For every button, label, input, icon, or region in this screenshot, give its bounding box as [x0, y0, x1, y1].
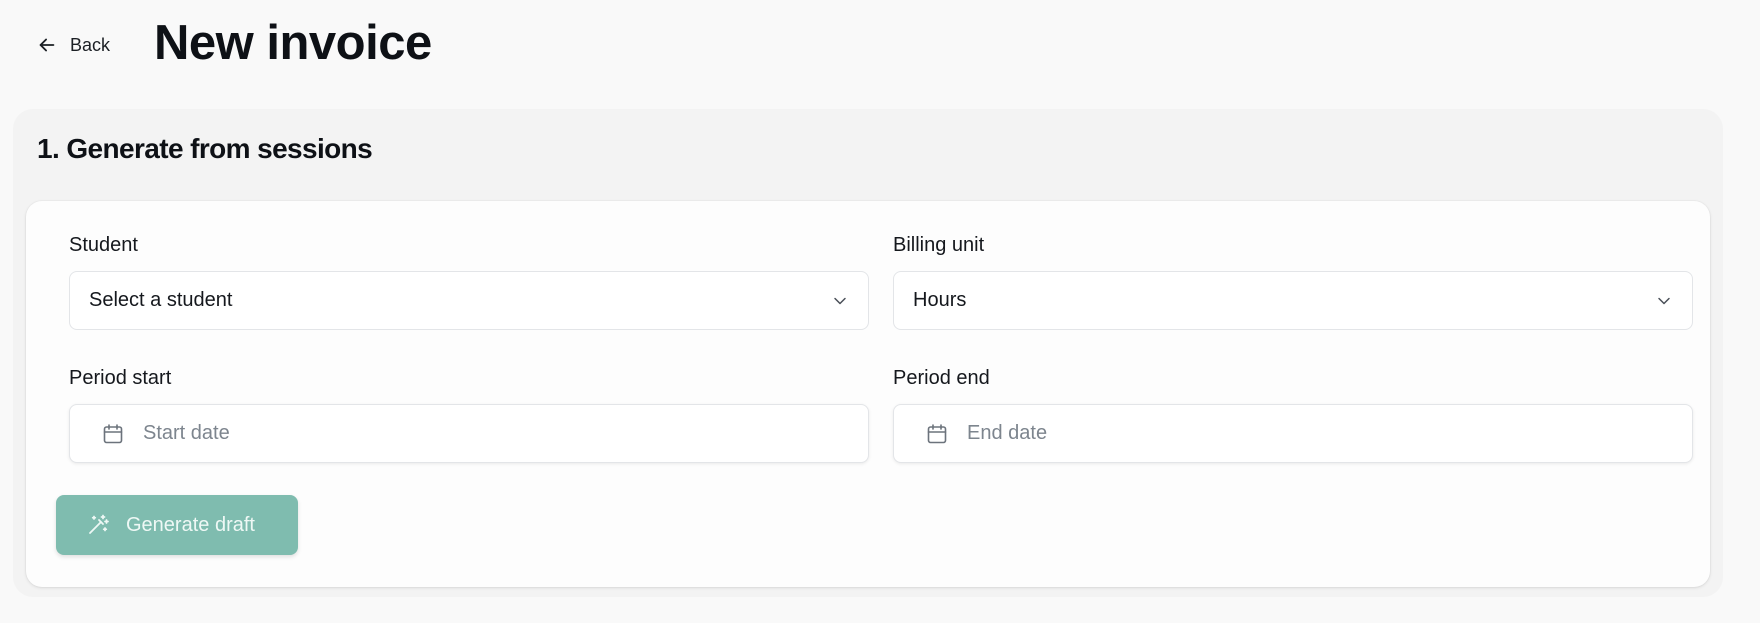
student-label: Student [69, 234, 138, 256]
student-select-value: Select a student [89, 289, 233, 311]
generate-draft-button[interactable]: Generate draft [56, 495, 298, 555]
period-start-input[interactable]: Start date [69, 404, 869, 463]
chevron-down-icon [830, 291, 850, 311]
chevron-down-icon [1654, 291, 1674, 311]
billing-unit-select[interactable]: Hours [893, 271, 1693, 330]
back-label: Back [70, 34, 111, 55]
billing-unit-select-value: Hours [913, 289, 967, 311]
section-title: 1. Generate from sessions [37, 133, 373, 164]
student-select[interactable]: Select a student [69, 271, 869, 330]
page-header: Back New invoice [0, 0, 1760, 100]
calendar-icon [925, 422, 967, 446]
generate-draft-label: Generate draft [126, 513, 255, 536]
calendar-icon [101, 422, 143, 446]
generate-section: 1. Generate from sessions Student Select… [13, 109, 1723, 597]
new-invoice-page: Back New invoice 1. Generate from sessio… [0, 0, 1760, 623]
period-start-label: Period start [69, 367, 172, 389]
page-title: New invoice [154, 16, 432, 70]
period-end-placeholder: End date [967, 422, 1048, 444]
arrow-left-icon [36, 34, 58, 56]
period-start-placeholder: Start date [143, 422, 230, 444]
period-end-label: Period end [893, 367, 990, 389]
billing-unit-label: Billing unit [893, 234, 985, 256]
period-end-input[interactable]: End date [893, 404, 1693, 463]
generate-form-panel: Student Select a student Billing unit Ho… [26, 201, 1710, 587]
magic-wand-icon [86, 513, 110, 537]
back-button[interactable]: Back [36, 30, 110, 60]
